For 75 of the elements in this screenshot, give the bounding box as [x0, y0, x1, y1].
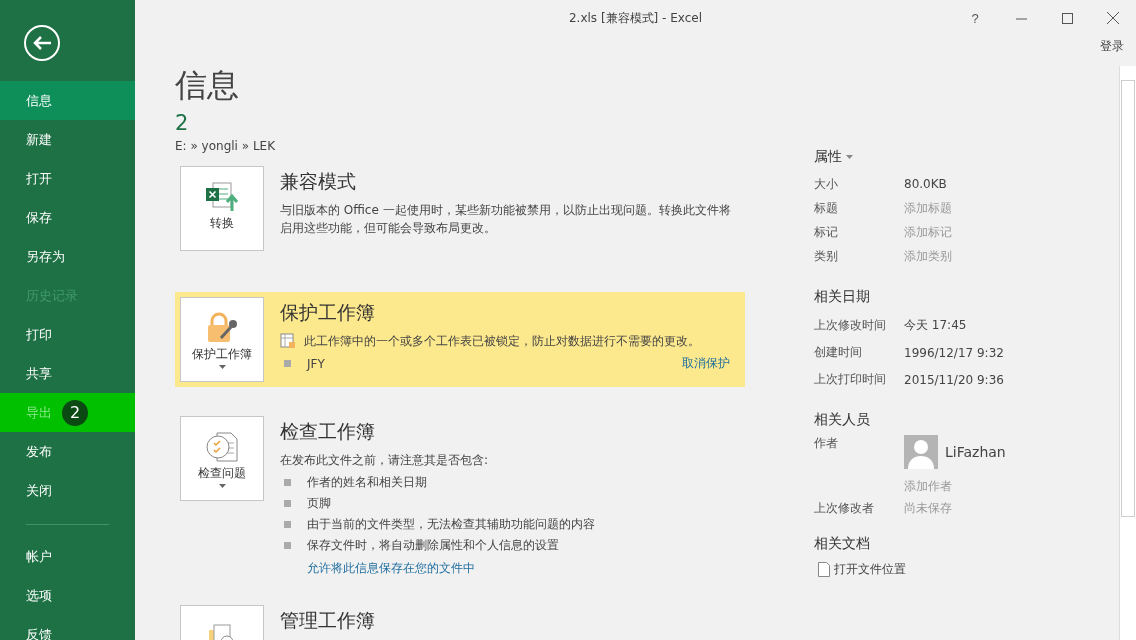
- menu-item[interactable]: 共享: [0, 354, 135, 393]
- author-label: 作者: [814, 435, 839, 452]
- menu-item[interactable]: 导出 2: [0, 393, 135, 432]
- section-title: 保护工作簿: [280, 300, 376, 325]
- close-icon: [1107, 12, 1119, 24]
- scrollbar[interactable]: [1119, 66, 1136, 640]
- date-value: 今天 17:45: [904, 317, 968, 334]
- section-title: 管理工作簿: [280, 608, 376, 633]
- property-label: 标题: [814, 199, 839, 217]
- file-path: E: » yongli » LEK: [175, 139, 277, 153]
- author-name: LiFazhan: [945, 444, 1006, 460]
- open-location-link[interactable]: 打开文件位置: [834, 561, 906, 578]
- menu-item[interactable]: 信息: [0, 81, 135, 120]
- file-name: 2: [175, 111, 190, 135]
- checklist-icon: [205, 431, 239, 463]
- excel-convert-icon: [205, 181, 239, 213]
- action-button[interactable]: 保护工作簿: [180, 297, 264, 382]
- locked-sheet-icon: [280, 333, 296, 349]
- caret-icon: [218, 484, 226, 488]
- menu-item[interactable]: 打印: [0, 315, 135, 354]
- menu-item[interactable]: 帐户: [0, 537, 135, 576]
- back-button[interactable]: [24, 25, 60, 61]
- bullet-mark: [284, 479, 291, 486]
- avatar-icon: [904, 435, 938, 469]
- step-badge: 2: [62, 399, 88, 426]
- section-title: 检查工作簿: [280, 419, 376, 444]
- date-value: 2015/11/20 9:36: [904, 372, 1005, 387]
- bullet-text: JFY: [307, 356, 326, 371]
- bullet-text: 页脚: [307, 495, 331, 512]
- sign-in-link[interactable]: 登录: [1100, 38, 1124, 55]
- modified-by-value: 尚未保存: [904, 499, 953, 517]
- menu-item[interactable]: 发布: [0, 432, 135, 471]
- section-title: 相关日期: [814, 288, 870, 306]
- caret-icon[interactable]: [846, 155, 853, 159]
- property-value: 80.0KB: [904, 177, 948, 191]
- help-button[interactable]: ?: [952, 2, 998, 34]
- menu-item[interactable]: 反馈: [0, 615, 135, 640]
- unprotect-link[interactable]: 取消保护: [682, 355, 730, 372]
- menu-item[interactable]: 另存为: [0, 237, 135, 276]
- document-icon: [818, 562, 830, 577]
- section-description: 此工作簿中的一个或多个工作表已被锁定，防止对数据进行不需要的更改。: [304, 333, 700, 350]
- date-label: 上次修改时间: [814, 317, 887, 334]
- menu-item[interactable]: 选项: [0, 576, 135, 615]
- date-value: 1996/12/17 9:32: [904, 345, 1005, 360]
- bullet-text: 由于当前的文件类型，无法检查其辅助功能问题的内容: [307, 516, 595, 533]
- section-description: 与旧版本的 Office 一起使用时，某些新功能被禁用，以防止出现问题。转换此文件将启用这些功能，但可能会导致布局更改。: [280, 202, 732, 237]
- section-title: 兼容模式: [280, 169, 357, 194]
- property-label: 大小: [814, 175, 839, 193]
- section-title: 相关人员: [814, 411, 870, 429]
- action-button[interactable]: 转换: [180, 166, 264, 251]
- property-label: 标记: [814, 223, 839, 241]
- maximize-icon: [1061, 12, 1073, 24]
- bullet-mark: [284, 542, 291, 549]
- menu-item[interactable]: 关闭: [0, 471, 135, 510]
- properties-title[interactable]: 属性: [814, 148, 842, 166]
- window-title: 2.xls [兼容模式] - Excel: [568, 9, 703, 27]
- action-button[interactable]: 检查问题: [180, 416, 264, 501]
- section-description: 在发布此文件之前，请注意其是否包含:: [280, 452, 490, 469]
- bullet-text: 保存文件时，将自动删除属性和个人信息的设置: [307, 537, 559, 554]
- back-arrow-icon: [32, 35, 52, 51]
- page-heading: 信息: [175, 65, 240, 105]
- bullet-mark: [284, 521, 291, 528]
- date-label: 上次打印时间: [814, 371, 887, 388]
- menu-item[interactable]: 保存: [0, 198, 135, 237]
- modified-by-label: 上次修改者: [814, 499, 875, 517]
- allow-info-link[interactable]: 允许将此信息保存在您的文件中: [307, 561, 475, 575]
- menu-item[interactable]: 打开: [0, 159, 135, 198]
- section-title: 相关文档: [814, 535, 870, 553]
- date-label: 创建时间: [814, 344, 863, 361]
- menu-item[interactable]: 新建: [0, 120, 135, 159]
- bullet-mark: [284, 360, 291, 367]
- caret-icon: [218, 365, 226, 369]
- bullet-mark: [284, 500, 291, 507]
- property-label: 类别: [814, 247, 839, 265]
- bullet-text: 作者的姓名和相关日期: [307, 474, 427, 491]
